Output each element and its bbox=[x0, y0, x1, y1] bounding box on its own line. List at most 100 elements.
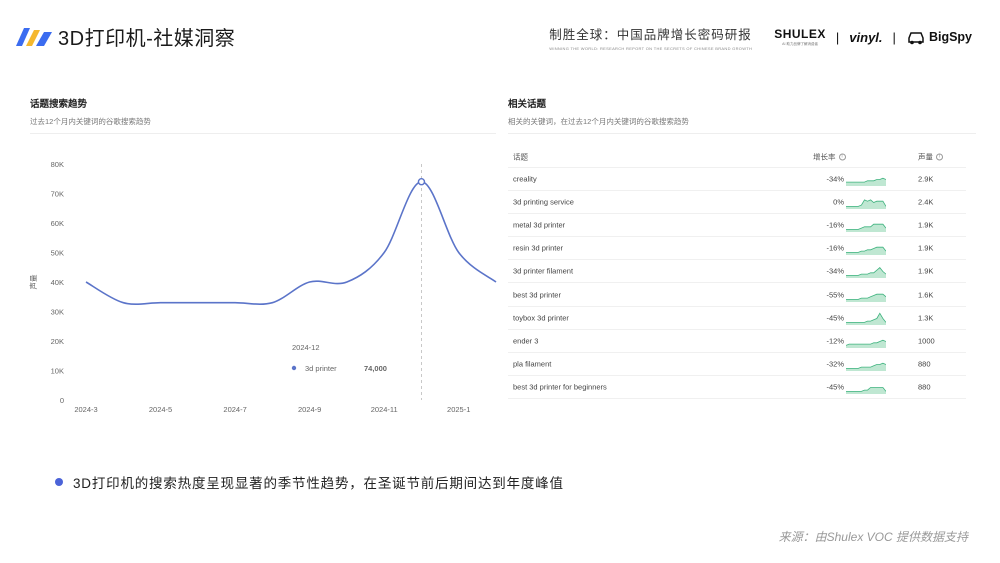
growth-rate: 0% bbox=[833, 197, 844, 207]
volume-value: 2.9K bbox=[918, 174, 934, 184]
volume-value: 880 bbox=[918, 382, 931, 392]
sparkline bbox=[846, 224, 886, 233]
topic-name: creality bbox=[513, 174, 537, 184]
bullet-dot-icon bbox=[55, 478, 63, 486]
growth-rate: -16% bbox=[826, 220, 844, 230]
report-title-cn: 制胜全球：中国品牌增长密码研报 bbox=[549, 27, 752, 42]
topic-name: pla filament bbox=[513, 359, 552, 369]
related-topics-header: 相关话题 相关的关键词，在过去12个月内关键词的谷歌搜索趋势 bbox=[508, 96, 976, 134]
sparkline-area bbox=[846, 268, 886, 279]
page-title: 3D打印机-社媒洞察 bbox=[58, 28, 236, 50]
vinyl-logo: vinyl. bbox=[849, 29, 883, 45]
table-row[interactable]: creality -34% 2.9K bbox=[508, 168, 966, 192]
topic-name: 3d printing service bbox=[513, 197, 574, 207]
shulex-logo: SHULEX AI 助力品牌了解消费者 bbox=[774, 27, 826, 47]
y-tick-label: 10K bbox=[51, 367, 64, 376]
column-header-volume-label: 声量 bbox=[918, 152, 933, 161]
y-tick-label: 70K bbox=[51, 190, 64, 199]
sparkline bbox=[846, 247, 886, 256]
report-title-en: WINNING THE WORLD: RESEARCH REPORT ON TH… bbox=[549, 45, 753, 51]
bigspy-logo: BigSpy bbox=[906, 29, 972, 45]
info-icon[interactable]: i bbox=[936, 153, 943, 161]
column-header-growth-label: 增长率 bbox=[813, 152, 836, 161]
volume-value: 880 bbox=[918, 359, 931, 369]
y-tick-label: 20K bbox=[51, 337, 64, 346]
related-topics-subtitle: 相关的关键词，在过去12个月内关键词的谷歌搜索趋势 bbox=[508, 117, 689, 126]
volume-value: 1.9K bbox=[918, 243, 934, 253]
x-tick-label: 2024-9 bbox=[298, 405, 321, 414]
series-line-3d-printer bbox=[85, 180, 497, 305]
sparkline bbox=[846, 362, 886, 371]
sparkline bbox=[846, 312, 886, 325]
topic-name: best 3d printer bbox=[513, 290, 561, 300]
table-row[interactable]: best 3d printer -55% 1.6K bbox=[508, 283, 966, 307]
trend-panel-title: 话题搜索趋势 bbox=[30, 99, 88, 110]
shulex-name: SHULEX bbox=[774, 27, 826, 41]
table-row[interactable]: ender 3 -12% 1000 bbox=[508, 330, 966, 353]
x-tick-label: 2024-5 bbox=[149, 405, 172, 414]
logo-separator: | bbox=[835, 29, 840, 45]
sparkline-area bbox=[846, 224, 886, 233]
table-row[interactable]: metal 3d printer -16% 1.9K bbox=[508, 214, 966, 238]
sparkline bbox=[846, 267, 886, 279]
table-row[interactable]: 3d printer filament -34% 1.9K bbox=[508, 260, 966, 284]
header-brand-bar: 制胜全球：中国品牌增长密码研报 WINNING THE WORLD: RESEA… bbox=[549, 22, 972, 52]
table-row[interactable]: 3d printing service 0% 2.4K bbox=[508, 191, 966, 215]
y-axis-label: 声量 bbox=[28, 274, 38, 289]
volume-value: 1.3K bbox=[918, 313, 934, 323]
tooltip-date: 2024-12 bbox=[292, 343, 320, 352]
table-header-row: 话题 增长率 i 声量 i bbox=[508, 146, 966, 168]
sparkline-area bbox=[846, 312, 886, 325]
tooltip-value: 74,000 bbox=[364, 364, 387, 373]
y-tick-label: 30K bbox=[51, 308, 64, 317]
sparkline bbox=[846, 199, 886, 210]
growth-rate: -12% bbox=[826, 336, 844, 346]
table-row[interactable]: resin 3d printer -16% 1.9K bbox=[508, 237, 966, 261]
sparkline bbox=[846, 177, 886, 187]
summary-text: 3D打印机的搜索热度呈现显著的季节性趋势，在圣诞节前后期间达到年度峰值 bbox=[73, 476, 564, 491]
topic-name: 3d printer filament bbox=[513, 266, 574, 276]
growth-rate: -45% bbox=[826, 313, 844, 323]
x-tick-label: 2025-1 bbox=[447, 405, 470, 414]
tooltip-series-name: 3d printer bbox=[305, 364, 337, 373]
sparkline bbox=[846, 386, 886, 394]
info-icon[interactable]: i bbox=[838, 153, 846, 161]
sparkline bbox=[846, 293, 886, 302]
table-row[interactable]: toybox 3d printer -45% 1.3K bbox=[508, 307, 966, 330]
report-brand: 制胜全球：中国品牌增长密码研报 WINNING THE WORLD: RESEA… bbox=[549, 24, 752, 51]
source-note: 来源：由Shulex VOC 提供数据支持 bbox=[778, 530, 968, 544]
hover-point bbox=[417, 178, 426, 186]
tooltip-series-dot bbox=[291, 365, 297, 371]
y-tick-label: 0 bbox=[60, 396, 64, 405]
summary-bullet: 3D打印机的搜索热度呈现显著的季节性趋势，在圣诞节前后期间达到年度峰值 bbox=[55, 472, 564, 492]
logo-separator: | bbox=[892, 29, 896, 45]
bigspy-name: BigSpy bbox=[928, 30, 972, 44]
topic-name: resin 3d printer bbox=[513, 243, 564, 253]
growth-rate: -32% bbox=[826, 359, 844, 369]
search-trend-chart: 0 10K 20K 30K 40K 50K 60K 70K 80K 2024-3 2024-5 202… bbox=[24, 150, 500, 420]
search-trend-svg: 0 10K 20K 30K 40K 50K 60K 70K 80K 2024-3 2024-5 202… bbox=[28, 160, 497, 414]
related-topics-table: 话题 增长率 i 声量 i creality -34% 2.9K 3d printing … bbox=[508, 146, 966, 399]
table-row[interactable]: best 3d printer for beginners -45% 880 bbox=[508, 376, 966, 399]
table-row[interactable]: pla filament -32% 880 bbox=[508, 353, 966, 376]
table-body: creality -34% 2.9K 3d printing service 0% 2.4… bbox=[508, 168, 966, 399]
volume-value: 1.9K bbox=[918, 266, 934, 276]
topic-name: metal 3d printer bbox=[513, 220, 566, 230]
topic-name: best 3d printer for beginners bbox=[513, 382, 607, 392]
y-tick-label: 60K bbox=[51, 219, 64, 228]
growth-rate: -16% bbox=[826, 243, 844, 253]
growth-rate: -55% bbox=[826, 290, 844, 300]
y-tick-label: 50K bbox=[51, 249, 64, 258]
volume-value: 1000 bbox=[918, 336, 935, 346]
trend-panel-header: 话题搜索趋势 过去12个月内关键词的谷歌搜索趋势 bbox=[30, 96, 496, 134]
sparkline-area bbox=[846, 387, 886, 394]
brand-logo-icon bbox=[16, 28, 52, 46]
topic-name: ender 3 bbox=[513, 336, 539, 346]
y-tick-label: 80K bbox=[51, 160, 64, 169]
x-tick-label: 2024-11 bbox=[371, 405, 398, 414]
growth-rate: -34% bbox=[826, 174, 844, 184]
column-header-volume: 声量 i bbox=[918, 151, 943, 162]
volume-value: 1.6K bbox=[918, 290, 934, 300]
topic-name: toybox 3d printer bbox=[513, 313, 569, 323]
y-tick-label: 40K bbox=[51, 278, 64, 287]
